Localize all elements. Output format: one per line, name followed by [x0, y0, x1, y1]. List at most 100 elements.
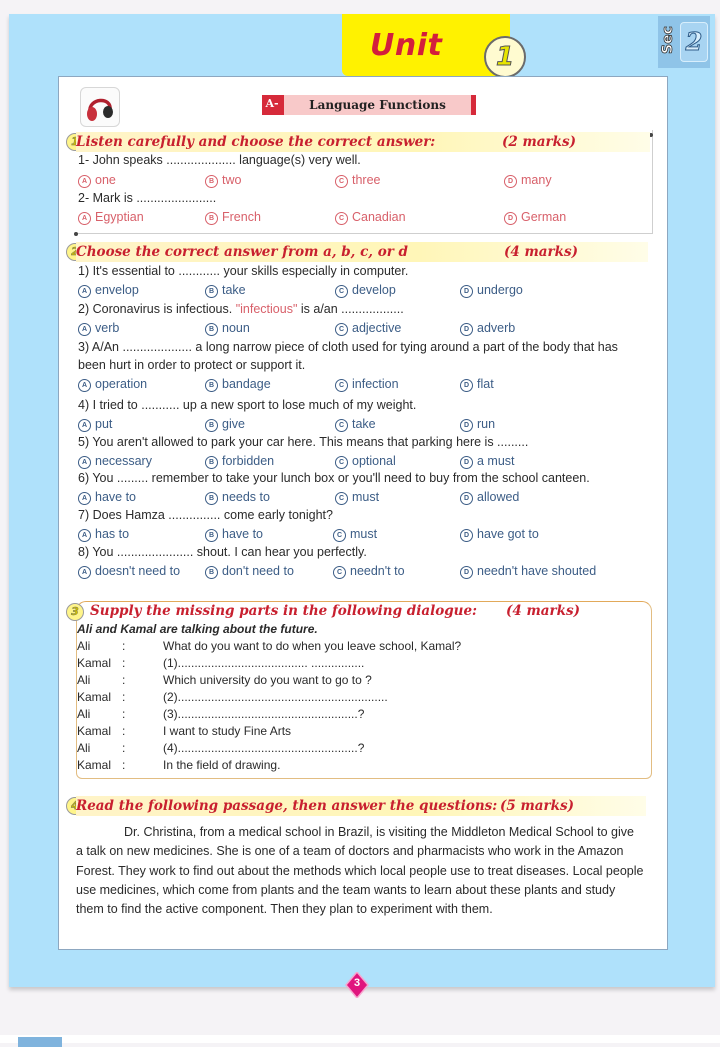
q2-item-2-option-c[interactable]: Cadjective: [335, 321, 401, 336]
q2-item-8-option-a[interactable]: Adoesn't need to: [78, 564, 180, 579]
q2-item-7-option-b[interactable]: Bhave to: [205, 527, 263, 542]
bottom-tab: [18, 1037, 62, 1047]
q1-item-1-option-c[interactable]: Cthree: [335, 173, 381, 188]
option-text: verb: [95, 321, 120, 335]
q2-item-4-stem: 4) I tried to ........... up a new sport…: [78, 398, 417, 412]
q2-item-3-stem-continued: been hurt in order to protect or support…: [78, 358, 306, 372]
option-text: must: [352, 490, 380, 504]
q2-item-1-option-b[interactable]: Btake: [205, 283, 246, 298]
q1-item-1-stem: 1- John speaks .................... lang…: [78, 153, 361, 167]
option-letter-d: D: [460, 456, 473, 469]
q1-item-2-option-c[interactable]: C Canadian: [335, 210, 406, 225]
dialogue-blank[interactable]: (3).....................................…: [163, 707, 364, 721]
dialogue-speaker: Ali: [77, 741, 91, 755]
q1-item-1-option-d[interactable]: Dmany: [504, 173, 552, 188]
q2-item-6-option-b[interactable]: Bneeds to: [205, 490, 270, 505]
q2-item-3-option-b[interactable]: Bbandage: [205, 377, 271, 392]
option-text: have got to: [477, 527, 539, 541]
option-letter-c: C: [335, 212, 348, 225]
option-letter-b: B: [205, 175, 218, 188]
q2-item-3-option-a[interactable]: Aoperation: [78, 377, 147, 392]
option-letter-c: C: [333, 566, 346, 579]
dialogue-blank[interactable]: (1).....................................…: [163, 656, 364, 670]
q2-item-2-option-b[interactable]: Bnoun: [205, 321, 250, 336]
dialogue-speaker: Kamal: [77, 690, 112, 704]
dialogue-colon: :: [122, 758, 126, 772]
q2-item-4-option-a[interactable]: Aput: [78, 417, 112, 432]
q4-passage: Dr. Christina, from a medical school in …: [76, 825, 644, 917]
dialogue-speaker: Kamal: [77, 758, 112, 772]
option-text: adjective: [352, 321, 402, 335]
q1-title: Listen carefully and choose the correct …: [76, 134, 436, 150]
q2-item-5-option-c[interactable]: Coptional: [335, 454, 396, 469]
q2-item-5-option-d[interactable]: Da must: [460, 454, 515, 469]
q2-item-8-option-d[interactable]: Dneedn't have shouted: [460, 564, 596, 579]
q1-item-1-option-b[interactable]: Btwo: [205, 173, 241, 188]
unit-number-badge: 1: [484, 36, 526, 78]
sec-number: 2: [680, 22, 708, 62]
q2-item-8-option-c[interactable]: Cneedn't to: [333, 564, 405, 579]
option-text: operation: [95, 377, 148, 391]
option-letter-c: C: [335, 285, 348, 298]
option-text: needn't to: [350, 564, 405, 578]
option-text: optional: [352, 454, 396, 468]
q1-item-2-option-b[interactable]: B French: [205, 210, 261, 225]
dialogue-speaker: Ali: [77, 639, 91, 653]
q2-item-6-option-a[interactable]: Ahave to: [78, 490, 136, 505]
dialogue-text: Which university do you want to go to ?: [163, 673, 372, 687]
option-text: don't need to: [222, 564, 294, 578]
q2-item-2-option-a[interactable]: Averb: [78, 321, 119, 336]
dialogue-text: I want to study Fine Arts: [163, 724, 292, 738]
dialogue-text: In the field of drawing.: [163, 758, 281, 772]
q2-item-2-stem: 2) Coronavirus is infectious. "infectiou…: [78, 302, 404, 316]
option-letter-d: D: [460, 566, 473, 579]
q2-item-5-option-b[interactable]: Bforbidden: [205, 454, 274, 469]
option-text: needn't have shouted: [477, 564, 597, 578]
q1-item-2-option-a[interactable]: A Egyptian: [78, 210, 144, 225]
q4-title: Read the following passage, then answer …: [76, 798, 498, 814]
q2-item-1-option-a[interactable]: Aenvelop: [78, 283, 139, 298]
q2-item-7-option-c[interactable]: Cmust: [333, 527, 377, 542]
option-letter-d: D: [504, 212, 517, 225]
q1-item-2-option-d[interactable]: D German: [504, 210, 566, 225]
q2-item-8-option-b[interactable]: Bdon't need to: [205, 564, 294, 579]
dialogue-colon: :: [122, 724, 126, 738]
q2-item-7-option-a[interactable]: Ahas to: [78, 527, 129, 542]
option-letter-b: B: [205, 456, 218, 469]
q2-item-6-option-d[interactable]: Dallowed: [460, 490, 519, 505]
q2-item-3-option-d[interactable]: Dflat: [460, 377, 494, 392]
q2-item-4-option-d[interactable]: Drun: [460, 417, 495, 432]
option-letter-a: A: [78, 323, 91, 336]
option-letter-d: D: [460, 323, 473, 336]
option-text: envelop: [95, 283, 139, 297]
highlighted-word: "infectious": [235, 302, 298, 316]
option-letter-c: C: [335, 419, 348, 432]
section-badge: A-: [265, 97, 279, 110]
option-letter-a: A: [78, 285, 91, 298]
q2-item-6-option-c[interactable]: Cmust: [335, 490, 379, 505]
dialogue-blank[interactable]: (4).....................................…: [163, 741, 364, 755]
q2-item-1-option-c[interactable]: Cdevelop: [335, 283, 396, 298]
option-text: take: [352, 417, 376, 431]
option-letter-a: A: [78, 379, 91, 392]
option-letter-a: A: [78, 175, 91, 188]
q2-item-4-option-b[interactable]: Bgive: [205, 417, 245, 432]
option-text: have to: [222, 527, 264, 541]
option-letter-b: B: [205, 566, 218, 579]
q3-intro: Ali and Kamal are talking about the futu…: [77, 622, 318, 636]
q1-item-1-option-a[interactable]: Aone: [78, 173, 116, 188]
option-letter-d: D: [460, 529, 473, 542]
option-letter-b: B: [205, 379, 218, 392]
q2-item-3-option-c[interactable]: Cinfection: [335, 377, 399, 392]
q1-marks: (2 marks): [502, 134, 576, 150]
option-letter-b: B: [205, 212, 218, 225]
option-text: forbidden: [222, 454, 275, 468]
q2-item-4-option-c[interactable]: Ctake: [335, 417, 376, 432]
q2-item-5-option-a[interactable]: Anecessary: [78, 454, 152, 469]
q2-item-1-option-d[interactable]: Dundergo: [460, 283, 523, 298]
option-letter-a: A: [78, 529, 91, 542]
dialogue-blank[interactable]: (2).....................................…: [163, 690, 388, 704]
q2-item-2-option-d[interactable]: Dadverb: [460, 321, 515, 336]
q2-item-7-option-d[interactable]: Dhave got to: [460, 527, 539, 542]
dialogue-colon: :: [122, 707, 126, 721]
